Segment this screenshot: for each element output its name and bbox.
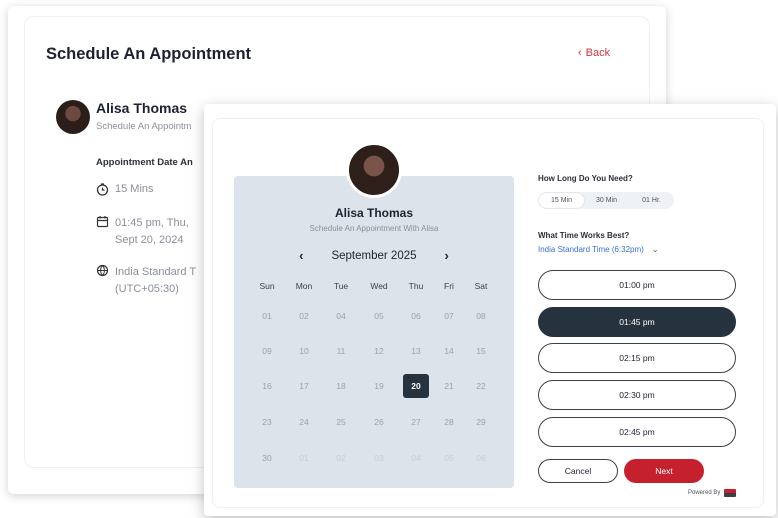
chevron-left-icon: ‹ bbox=[578, 47, 582, 59]
weekday-label: Sat bbox=[474, 281, 488, 291]
calendar-day: 06 bbox=[476, 453, 486, 463]
brand-logo bbox=[724, 489, 737, 497]
calendar-day[interactable]: 09 bbox=[254, 339, 280, 363]
calendar-day: 01 bbox=[299, 453, 309, 463]
host-name: Alisa Thomas bbox=[96, 100, 188, 116]
duration-label: How Long Do You Need? bbox=[538, 174, 633, 183]
globe-icon bbox=[96, 264, 109, 277]
month-label: September 2025 bbox=[331, 249, 417, 262]
calendar-day[interactable]: 30 bbox=[254, 446, 280, 470]
calendar-day[interactable]: 15 bbox=[468, 339, 494, 363]
time-slot[interactable]: 02:45 pm bbox=[538, 417, 736, 447]
appointment-date-label: Appointment Date An bbox=[96, 157, 193, 168]
prev-month-button[interactable]: ‹ bbox=[299, 248, 303, 263]
time-label: What Time Works Best? bbox=[538, 231, 630, 240]
calendar-day[interactable]: 16 bbox=[254, 374, 280, 398]
profile-subtitle: Schedule An Appointment With Alisa bbox=[309, 224, 439, 233]
calendar-day[interactable]: 02 bbox=[291, 304, 317, 328]
page-title: Schedule An Appointment bbox=[46, 45, 252, 63]
back-link-label: Back bbox=[585, 47, 611, 59]
duration-selector: 15 Min 30 Min 01 Hr. bbox=[538, 192, 674, 209]
calendar-day[interactable]: 23 bbox=[254, 410, 280, 434]
calendar-day[interactable]: 24 bbox=[291, 410, 317, 434]
calendar-icon bbox=[96, 215, 109, 228]
next-month-button[interactable]: › bbox=[445, 248, 449, 263]
calendar-day[interactable]: 19 bbox=[366, 374, 392, 398]
time-slot[interactable]: 02:30 pm bbox=[538, 380, 736, 410]
weekday-label: Wed bbox=[370, 281, 388, 291]
calendar-day[interactable]: 01 bbox=[254, 304, 280, 328]
calendar-day[interactable]: 18 bbox=[328, 374, 354, 398]
duration-option[interactable]: 30 Min bbox=[584, 197, 629, 204]
chevron-down-icon: ⌄ bbox=[651, 245, 659, 254]
calendar-day[interactable]: 10 bbox=[291, 339, 317, 363]
timezone-summary-line2: (UTC+05:30) bbox=[115, 283, 179, 295]
calendar-day[interactable]: 25 bbox=[328, 410, 354, 434]
month-navigation: ‹ September 2025 › bbox=[234, 248, 514, 263]
avatar bbox=[56, 100, 90, 134]
timezone-select[interactable]: India Standard Time (6:32pm) ⌄ bbox=[538, 245, 659, 254]
calendar-day[interactable]: 04 bbox=[328, 304, 354, 328]
host-subtitle: Schedule An Appointm bbox=[96, 121, 192, 132]
datetime-summary-line1: 01:45 pm, Thu, bbox=[115, 217, 189, 229]
weekday-label: Thu bbox=[408, 281, 424, 291]
powered-by: Powered By bbox=[688, 489, 737, 497]
weekday-label: Mon bbox=[295, 281, 313, 291]
next-button[interactable]: Next bbox=[624, 459, 704, 483]
datetime-summary-line2: Sept 20, 2024 bbox=[115, 234, 184, 246]
calendar-day[interactable]: 20 bbox=[403, 374, 429, 398]
weekday-label: Fri bbox=[444, 281, 454, 291]
calendar-day[interactable]: 08 bbox=[468, 304, 494, 328]
profile-name: Alisa Thomas bbox=[334, 206, 414, 220]
time-slot[interactable]: 02:15 pm bbox=[538, 343, 736, 373]
calendar-day[interactable]: 14 bbox=[436, 339, 462, 363]
calendar-day[interactable]: 11 bbox=[328, 339, 354, 363]
powered-by-label: Powered By bbox=[688, 490, 721, 496]
calendar-day[interactable]: 07 bbox=[436, 304, 462, 328]
calendar-day[interactable]: 29 bbox=[468, 410, 494, 434]
duration-summary-value: 15 Mins bbox=[115, 183, 154, 195]
duration-option[interactable]: 01 Hr. bbox=[629, 197, 674, 204]
calendar-day[interactable]: 28 bbox=[436, 410, 462, 434]
calendar-day[interactable]: 12 bbox=[366, 339, 392, 363]
calendar-day[interactable]: 06 bbox=[403, 304, 429, 328]
time-slot[interactable]: 01:00 pm bbox=[538, 270, 736, 300]
calendar-day[interactable]: 13 bbox=[403, 339, 429, 363]
back-link[interactable]: ‹ Back bbox=[578, 47, 610, 59]
clock-icon bbox=[96, 183, 109, 196]
weekday-label: Sun bbox=[259, 281, 275, 291]
calendar-day[interactable]: 22 bbox=[468, 374, 494, 398]
calendar-day[interactable]: 26 bbox=[366, 410, 392, 434]
cancel-button[interactable]: Cancel bbox=[538, 459, 618, 483]
timezone-value: India Standard Time (6:32pm) bbox=[538, 245, 644, 254]
calendar-panel bbox=[234, 176, 514, 488]
calendar-day[interactable]: 27 bbox=[403, 410, 429, 434]
calendar-day: 02 bbox=[336, 453, 346, 463]
time-slot[interactable]: 01:45 pm bbox=[538, 307, 736, 337]
calendar-day: 04 bbox=[411, 453, 421, 463]
calendar-day: 05 bbox=[444, 453, 454, 463]
timezone-summary: India Standard T (UTC+05:30) bbox=[96, 264, 196, 298]
datetime-summary: 01:45 pm, Thu, Sept 20, 2024 bbox=[96, 215, 189, 249]
timezone-summary-line1: India Standard T bbox=[115, 266, 197, 278]
duration-summary: 15 Mins bbox=[96, 183, 154, 196]
duration-option[interactable]: 15 Min bbox=[539, 193, 584, 208]
calendar-day: 03 bbox=[374, 453, 384, 463]
calendar-day[interactable]: 05 bbox=[366, 304, 392, 328]
calendar-day[interactable]: 21 bbox=[436, 374, 462, 398]
calendar-day[interactable]: 17 bbox=[291, 374, 317, 398]
profile-avatar bbox=[346, 142, 402, 198]
weekday-label: Tue bbox=[333, 281, 349, 291]
